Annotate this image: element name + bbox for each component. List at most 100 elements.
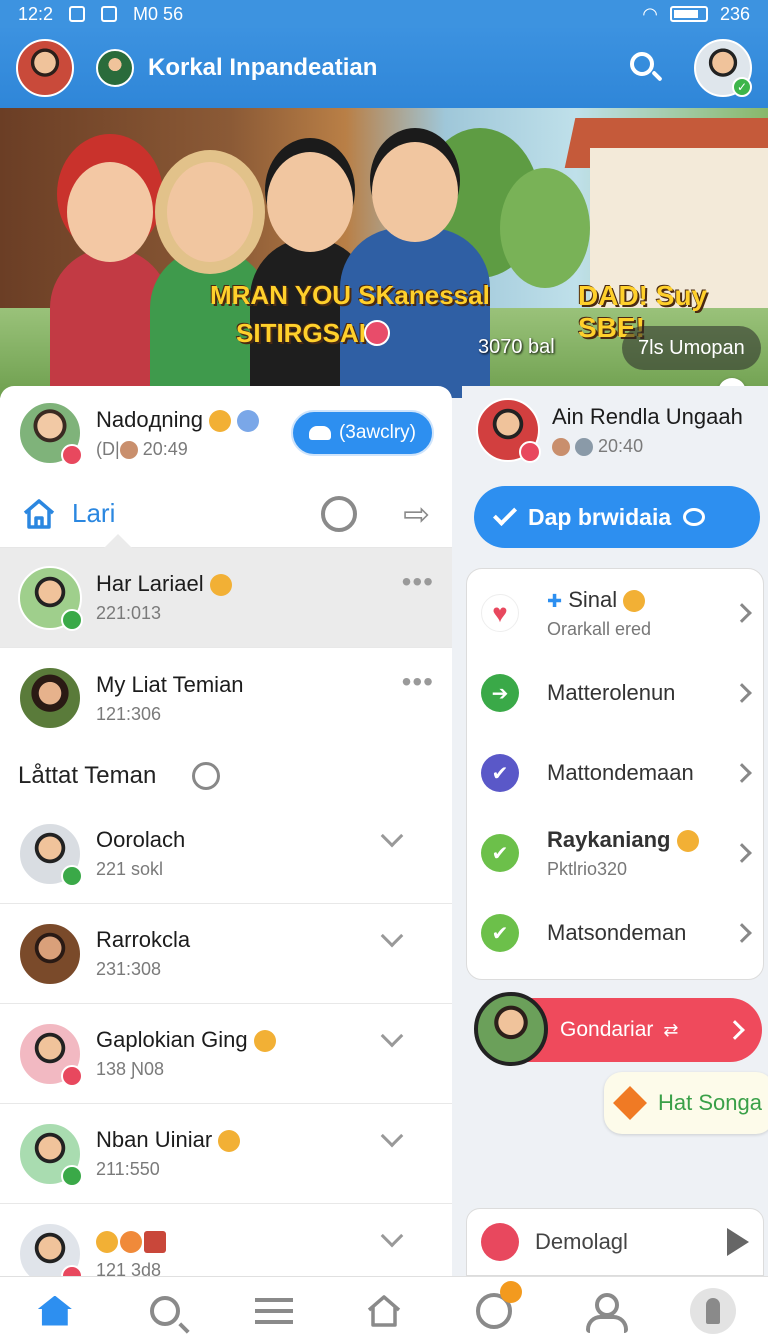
more-icon[interactable]: ••• [402,666,434,698]
heart-icon: ♥ [481,594,519,632]
user-name: Nadoдning [96,407,260,433]
spark-icon [613,1086,647,1120]
battery-level: 236 [719,3,750,24]
chat-time: 121:306 [96,703,162,724]
side-user-avatar[interactable] [476,398,541,463]
wifi-icon: ◠ [642,3,658,24]
timer-icon[interactable] [192,762,221,790]
status-icon [61,1064,83,1087]
plus-icon: ✚ [547,590,563,611]
share-button[interactable]: (3awclry) [290,410,434,456]
contact-meta: 138 Ɲ08 [96,1059,165,1079]
user-avatar[interactable] [18,401,83,466]
reaction-icon [364,320,390,346]
app-avatar[interactable] [16,39,74,97]
settings-list: ♥ ✚ Sinal Orarkall ered ➔ Matterolenun ✔… [466,568,764,980]
primary-action-button[interactable]: Dap brwidaia [474,486,760,548]
chat-row[interactable]: My Liat Temian 121:306 ••• [0,648,452,748]
list-item[interactable]: ➔ Matterolenun [467,653,763,733]
nav-emoji[interactable] [470,1280,522,1335]
suggestion-bubble[interactable]: Hat Songa [604,1072,768,1134]
list-item-sinal[interactable]: ♥ ✚ Sinal Orarkall ered [467,573,763,653]
status-icon [61,444,83,466]
emoji-icon [209,409,232,432]
check-icon: ✔ [481,754,519,792]
contact-meta: 231:308 [96,959,162,979]
section-header: Låttat Teman [0,748,452,804]
forward-icon[interactable]: ⇨ [403,495,430,533]
secondary-avatar[interactable] [96,49,134,87]
chat-avatar [18,666,82,730]
contact-avatar [18,921,82,986]
chat-name: My Liat Temian [96,671,244,697]
emoji-icon [96,1230,118,1253]
emoji-icon [676,829,699,852]
banner-count: 3070 bal [478,336,555,358]
home-icon [37,1295,72,1326]
status-icon [61,864,83,887]
nav-list[interactable] [250,1287,298,1335]
bottom-nav [0,1276,768,1344]
emoji-icon [623,589,646,612]
contact-row[interactable]: Oorolach 221 sokl [0,804,452,904]
bottom-card[interactable]: Demolagl [466,1208,764,1276]
globe-icon [237,409,260,432]
chat-panel: Nadoдning (D| 20:49 (3awclry) Lari ⇨ Har… [0,386,452,1276]
chat-row[interactable]: Har Lariael 221:013 ••• [0,548,452,648]
emoji-icon [218,1130,241,1153]
app-bar: Korkal Inpandeatian ✓ [0,28,768,108]
house-icon [367,1294,401,1327]
chevron-down-icon[interactable] [380,924,404,948]
chevron-down-icon[interactable] [380,1024,404,1048]
banner-pill[interactable]: 7ls Umopan [622,326,761,370]
chat-tabs: Lari ⇨ [0,480,452,548]
status-icon [61,608,83,631]
check-icon [492,501,518,527]
hero-banner[interactable]: MRAN YOU SKanessal SITIRGSAI DAD! Suy SB… [0,108,768,398]
nav-account[interactable] [689,1287,737,1335]
home-icon[interactable] [22,498,56,529]
list-item[interactable]: ✔ Raykaniang Pktlrio320 [467,813,763,893]
chat-avatar [18,565,83,631]
chevron-down-icon[interactable] [380,824,404,848]
chevron-down-icon[interactable] [380,1224,404,1248]
chevron-right-icon [732,843,752,863]
search-icon[interactable] [628,50,664,86]
contact-row[interactable]: Gaplokian Ging 138 Ɲ08 [0,1004,452,1104]
contact-name: Oorolach [96,827,186,852]
contact-name: Gaplokian Ging [96,1027,248,1052]
refresh-icon [683,508,706,526]
contact-meta: 121 3d8 [96,1259,162,1277]
contact-name: Rarrokcla [96,927,191,952]
chevron-right-icon [732,603,752,623]
contact-avatar [18,1121,83,1187]
nav-search[interactable] [141,1287,189,1335]
live-avatar[interactable] [474,992,548,1066]
check-icon: ✔ [481,914,519,952]
profile-avatar[interactable]: ✓ [694,39,752,97]
contact-meta: 211:550 [96,1159,160,1179]
contact-emoji-name [96,1228,166,1254]
status-icon [519,441,541,463]
tab-lari[interactable]: Lari [72,498,115,529]
chevron-right-icon [732,683,752,703]
play-icon[interactable] [727,1228,749,1256]
list-item[interactable]: ✔ Mattondemaan [467,733,763,813]
contact-row[interactable]: 121 3d8 [0,1204,452,1276]
section-title: Låttat Teman [18,762,157,789]
arrow-icon: ➔ [481,674,519,712]
list-item[interactable]: ✔ Matsondeman [467,893,763,973]
chevron-right-icon [725,1020,745,1040]
chevron-down-icon[interactable] [380,1124,404,1148]
nav-home[interactable] [31,1287,79,1335]
check-icon: ✔ [481,834,519,872]
nav-house[interactable] [360,1287,408,1335]
contact-meta: 221 sokl [96,859,164,879]
contact-row[interactable]: Nban Uiniar 211:550 [0,1104,452,1204]
nav-profile[interactable] [579,1287,629,1335]
contact-row[interactable]: Rarrokcla 231:308 [0,904,452,1004]
chat-name: Har Lariael [96,571,204,596]
banner-headline: MRAN YOU SKanessal [210,280,490,310]
location-icon[interactable] [321,495,358,532]
more-icon[interactable]: ••• [402,566,434,598]
